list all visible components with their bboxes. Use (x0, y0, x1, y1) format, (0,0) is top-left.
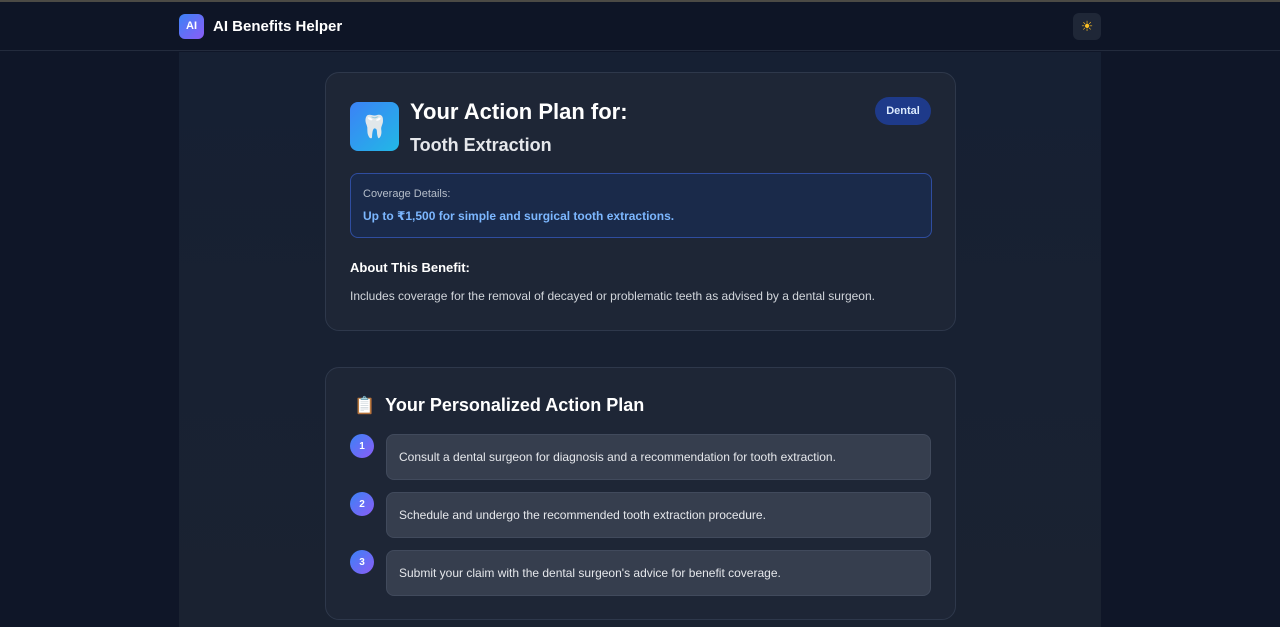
step-number-badge: 2 (350, 492, 374, 516)
coverage-text: Up to ₹1,500 for simple and surgical too… (363, 209, 675, 223)
app-name: AI Benefits Helper (213, 17, 343, 35)
step-text: Schedule and undergo the recommended too… (386, 492, 931, 538)
benefit-name: Tooth Extraction (410, 135, 552, 155)
step-number-badge: 1 (350, 434, 374, 458)
action-step: 2 Schedule and undergo the recommended t… (350, 492, 932, 538)
action-step: 3 Submit your claim with the dental surg… (350, 550, 932, 596)
plan-title: Your Action Plan for: (410, 99, 628, 124)
page: AI AI Benefits Helper ☀ 🦷 Your Action Pl… (0, 0, 1280, 627)
step-text: Submit your claim with the dental surgeo… (386, 550, 931, 596)
tooth-icon: 🦷 (350, 102, 399, 151)
step-text: Consult a dental surgeon for diagnosis a… (386, 434, 931, 480)
about-text: Includes coverage for the removal of dec… (350, 289, 875, 303)
coverage-details-box: Coverage Details: Up to ₹1,500 for simpl… (350, 173, 932, 238)
benefit-summary-card: 🦷 Your Action Plan for: Tooth Extraction… (325, 72, 956, 331)
action-plan-heading: 📋 Your Personalized Action Plan (354, 395, 644, 416)
brand[interactable]: AI AI Benefits Helper (179, 13, 342, 39)
coverage-label: Coverage Details: (363, 188, 451, 200)
clipboard-icon: 📋 (354, 395, 376, 415)
about-heading: About This Benefit: (350, 260, 470, 275)
category-badge: Dental (875, 97, 931, 125)
theme-toggle-button[interactable]: ☀ (1073, 13, 1101, 40)
app-header: AI AI Benefits Helper ☀ (0, 2, 1280, 51)
ai-logo-icon: AI (179, 13, 204, 39)
action-plan-card: 📋 Your Personalized Action Plan 1 Consul… (325, 367, 956, 620)
sun-icon: ☀ (1080, 18, 1094, 34)
action-plan-title: Your Personalized Action Plan (385, 395, 645, 415)
step-number-badge: 3 (350, 550, 374, 574)
action-step: 1 Consult a dental surgeon for diagnosis… (350, 434, 932, 480)
